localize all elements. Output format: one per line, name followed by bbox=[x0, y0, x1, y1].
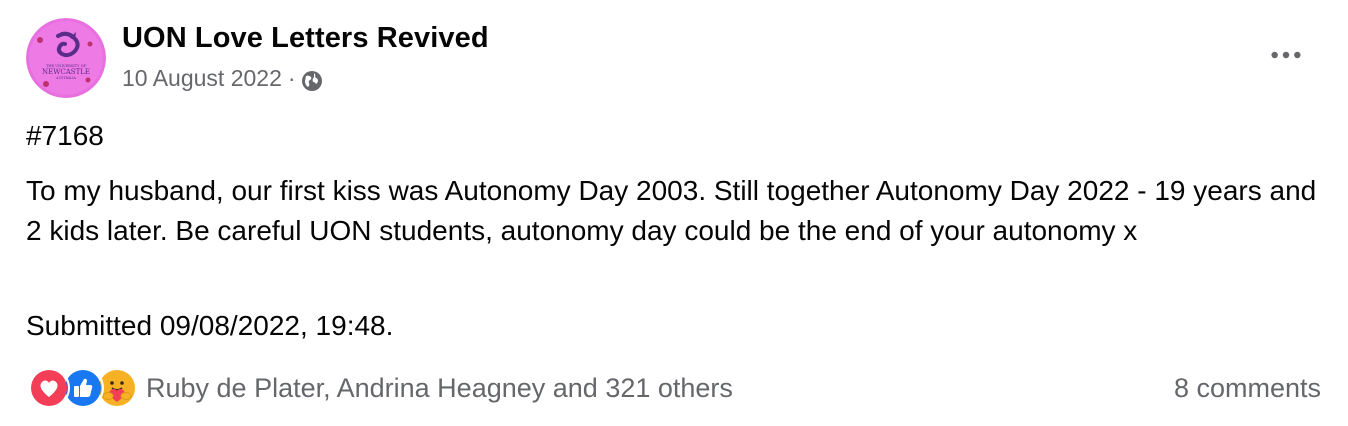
more-options-button[interactable] bbox=[1262, 38, 1310, 72]
post-submitted-note: Submitted 09/08/2022, 19:48. bbox=[26, 310, 394, 341]
love-reaction-icon bbox=[28, 367, 70, 409]
reactors-text[interactable]: Ruby de Plater, Andrina Heagney and 321 … bbox=[146, 373, 733, 404]
svg-text:NEWCASTLE: NEWCASTLE bbox=[42, 68, 90, 76]
reactions-summary[interactable]: Ruby de Plater, Andrina Heagney and 321 … bbox=[28, 367, 733, 409]
feed-post: THE UNIVERSITY OF NEWCASTLE AUSTRALIA UO… bbox=[0, 0, 1348, 426]
university-logo-icon: THE UNIVERSITY OF NEWCASTLE AUSTRALIA bbox=[26, 18, 106, 98]
svg-text:AUSTRALIA: AUSTRALIA bbox=[55, 76, 76, 80]
comments-count-link[interactable]: 8 comments bbox=[1174, 368, 1321, 408]
post-meta: 10 August 2022 · bbox=[122, 63, 324, 93]
globe-icon[interactable] bbox=[300, 69, 324, 93]
more-options-icon bbox=[1271, 51, 1301, 59]
post-message: To my husband, our first kiss was Autono… bbox=[26, 175, 1317, 246]
page-name-link[interactable]: UON Love Letters Revived bbox=[122, 22, 489, 55]
post-date-link[interactable]: 10 August 2022 bbox=[122, 65, 282, 92]
page-avatar[interactable]: THE UNIVERSITY OF NEWCASTLE AUSTRALIA bbox=[26, 18, 106, 98]
meta-separator: · bbox=[287, 64, 296, 91]
post-number: #7168 bbox=[26, 120, 104, 151]
